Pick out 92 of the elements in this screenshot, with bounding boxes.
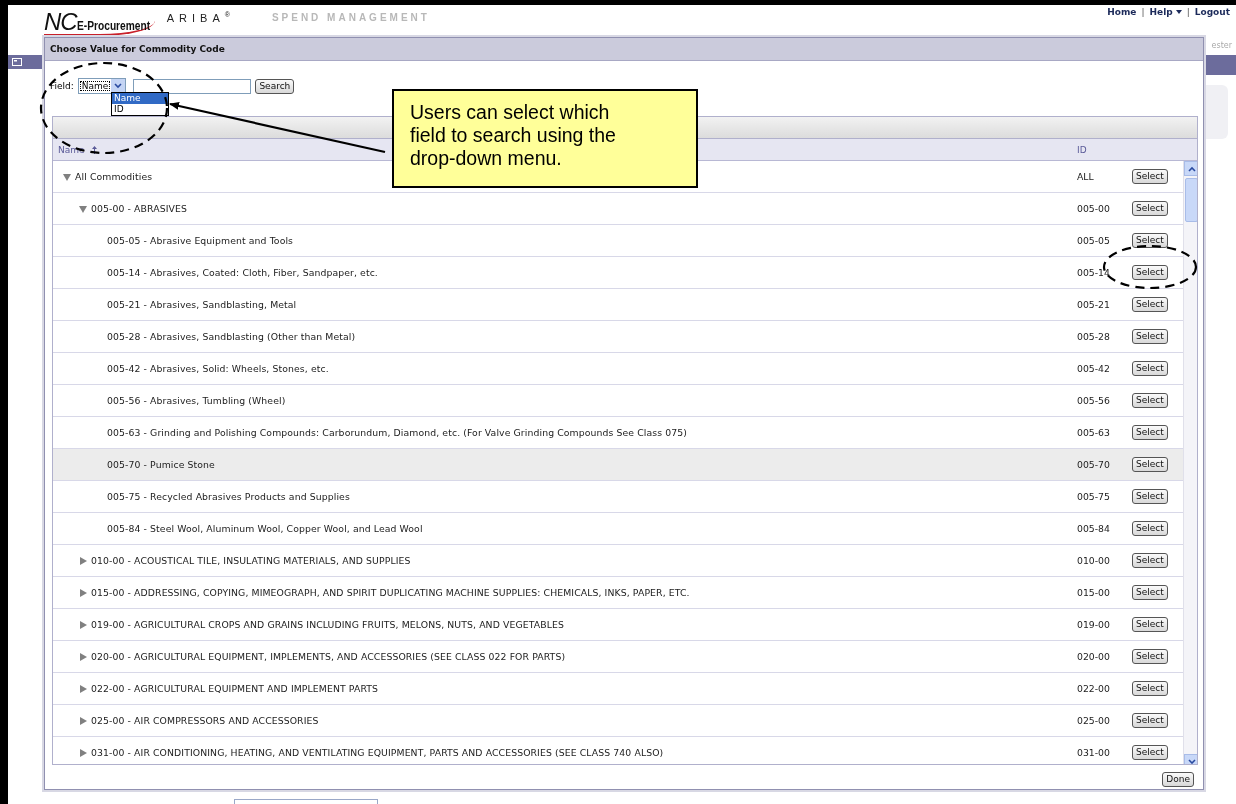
commodity-name: 005-14 - Abrasives, Coated: Cloth, Fiber, Sandpaper, etc.	[107, 267, 378, 278]
commodity-name: 005-63 - Grinding and Polishing Compounds: Carborundum, Diamond, etc. (For Valve Grinding Compounds See Class 075)	[107, 427, 687, 438]
commodity-name: 005-42 - Abrasives, Solid: Wheels, Stones, etc.	[107, 363, 329, 374]
dropdown-option[interactable]: Name	[112, 93, 168, 104]
commodity-id: 005-56	[1077, 395, 1111, 406]
commodity-name: 022-00 - AGRICULTURAL EQUIPMENT AND IMPLEMENT PARTS	[91, 683, 379, 694]
select-button[interactable]: Select	[1132, 553, 1168, 568]
tree-row[interactable]: 005-70 - Pumice Stone 005-70 Select	[53, 449, 1183, 481]
commodity-name: 005-56 - Abrasives, Tumbling (Wheel)	[107, 395, 286, 406]
commodity-name: 005-75 - Recycled Abrasives Products and Supplies	[107, 491, 350, 502]
callout-note: Users can select which field to search using the drop-down menu.	[392, 89, 698, 188]
commodity-name: 005-21 - Abrasives, Sandblasting, Metal	[107, 299, 297, 310]
expand-triangle-icon[interactable]	[79, 556, 87, 565]
commodity-id: 022-00	[1077, 683, 1111, 694]
commodity-name: 005-70 - Pumice Stone	[107, 459, 215, 470]
commodity-id: 020-00	[1077, 651, 1111, 662]
field-dropdown[interactable]: Name	[77, 78, 127, 94]
chevron-down-icon	[114, 83, 123, 89]
sort-arrow-icon	[91, 145, 97, 154]
search-field[interactable]	[133, 78, 252, 94]
select-button[interactable]: Select	[1132, 169, 1168, 184]
commodity-name: 005-84 - Steel Wool, Aluminum Wool, Copper Wool, and Lead Wool	[107, 523, 423, 534]
done-button[interactable]: Done	[1162, 772, 1194, 787]
expand-triangle-icon[interactable]	[79, 716, 87, 725]
brand-name: ARIBA$^{®}$	[166, 11, 230, 24]
select-button[interactable]: Select	[1132, 265, 1168, 280]
chevron-up-icon	[1187, 165, 1196, 172]
caret-icon	[1175, 10, 1182, 14]
user-name: ester	[1211, 41, 1232, 50]
select-button[interactable]: Select	[1132, 425, 1168, 440]
select-button[interactable]: Select	[1132, 233, 1168, 248]
nav-link[interactable]: Logout	[1194, 7, 1230, 17]
dialog-title: Choose Value for Commodity Code	[45, 38, 1203, 61]
select-button[interactable]: Select	[1132, 681, 1168, 696]
commodity-name: 025-00 - AIR COMPRESSORS AND ACCESSORIES	[91, 715, 319, 726]
select-button[interactable]: Select	[1132, 393, 1168, 408]
select-button[interactable]: Select	[1132, 329, 1168, 344]
commodity-name: All Commodities	[75, 171, 153, 182]
commodity-id: 010-00	[1077, 555, 1111, 566]
collapse-triangle-icon[interactable]	[79, 204, 87, 213]
select-button[interactable]: Select	[1132, 297, 1168, 312]
commodity-name: 005-28 - Abrasives, Sandblasting (Other than Metal)	[107, 331, 356, 342]
commodity-id: 005-05	[1077, 235, 1111, 246]
scrollbar-thumb[interactable]	[1185, 178, 1197, 222]
select-button[interactable]: Select	[1132, 457, 1168, 472]
commodity-id: 031-00	[1077, 747, 1111, 758]
select-button[interactable]: Select	[1132, 713, 1168, 728]
commodity-id: 005-70	[1077, 459, 1111, 470]
select-button[interactable]: Select	[1132, 617, 1168, 632]
commodity-id: ALL	[1077, 171, 1095, 182]
nav-separator: |	[1141, 7, 1145, 17]
scrollbar[interactable]	[1183, 161, 1197, 764]
page-icon	[12, 58, 22, 66]
commodity-name: 010-00 - ACOUSTICAL TILE, INSULATING MATERIALS, AND SUPPLIES	[91, 555, 411, 566]
commodity-name: 019-00 - AGRICULTURAL CROPS AND GRAINS INCLUDING FRUITS, MELONS, NUTS, AND VEGETABLES	[91, 619, 564, 630]
commodity-id: 005-84	[1077, 523, 1111, 534]
select-button[interactable]: Select	[1132, 585, 1168, 600]
commodity-name: 005-00 - ABRASIVES	[91, 203, 187, 214]
brand-tagline: SPEND MANAGEMENT	[271, 12, 430, 23]
commodity-id: 005-00	[1077, 203, 1111, 214]
help-menu[interactable]: Help	[1149, 7, 1182, 17]
scroll-up-button[interactable]	[1184, 161, 1197, 176]
chevron-down-icon	[1187, 758, 1196, 764]
commodity-id: 005-14	[1077, 267, 1111, 278]
select-button[interactable]: Select	[1132, 745, 1168, 760]
nav-link[interactable]: Home	[1107, 7, 1137, 17]
commodity-id: 005-63	[1077, 427, 1111, 438]
select-button[interactable]: Select	[1132, 201, 1168, 216]
search-button[interactable]: Search	[255, 78, 295, 94]
commodity-name: 015-00 - ADDRESSING, COPYING, MIMEOGRAPH, AND SPIRIT DUPLICATING MACHINE SUPPLIES: CHEMICALS, INKS, PAPER, ETC.	[91, 587, 690, 598]
expand-triangle-icon[interactable]	[79, 684, 87, 693]
commodity-id: 005-42	[1077, 363, 1111, 374]
select-button[interactable]: Select	[1132, 361, 1168, 376]
expand-triangle-icon[interactable]	[79, 620, 87, 629]
commodity-name: 005-05 - Abrasive Equipment and Tools	[107, 235, 294, 246]
select-button[interactable]: Select	[1132, 489, 1168, 504]
commodity-id: 015-00	[1077, 587, 1111, 598]
commodity-id: 005-28	[1077, 331, 1111, 342]
column-header[interactable]: ID	[1077, 144, 1087, 155]
expand-triangle-icon[interactable]	[79, 588, 87, 597]
commodity-name: 031-00 - AIR CONDITIONING, HEATING, AND VENTILATING EQUIPMENT, PARTS AND ACCESSORIES (SEE CLASS 740 ALSO)	[91, 747, 664, 758]
select-button[interactable]: Select	[1132, 649, 1168, 664]
commodity-name: 020-00 - AGRICULTURAL EQUIPMENT, IMPLEMENTS, AND ACCESSORIES (SEE CLASS 022 FOR PARTS)	[91, 651, 566, 662]
select-button[interactable]: Select	[1132, 521, 1168, 536]
nav-separator: |	[1186, 7, 1190, 17]
commodity-id: 019-00	[1077, 619, 1111, 630]
commodity-id: 005-21	[1077, 299, 1111, 310]
expand-triangle-icon[interactable]	[79, 748, 87, 757]
collapse-triangle-icon[interactable]	[63, 172, 71, 181]
expand-triangle-icon[interactable]	[79, 652, 87, 661]
commodity-id: 025-00	[1077, 715, 1111, 726]
commodity-id: 005-75	[1077, 491, 1111, 502]
